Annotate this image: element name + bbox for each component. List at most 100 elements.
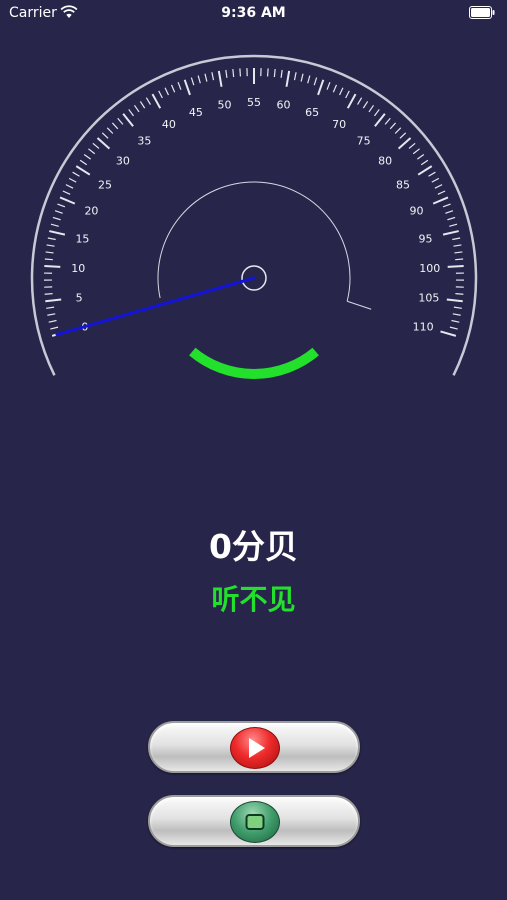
gauge-major-tick	[151, 93, 162, 109]
gauge-tick-label: 65	[305, 106, 319, 119]
gauge-minor-tick	[431, 177, 440, 183]
gauge-minor-tick	[313, 77, 318, 86]
level-indicator-arc	[189, 347, 319, 379]
gauge-minor-tick	[389, 122, 397, 130]
gauge-major-tick	[446, 298, 463, 303]
gauge-major-tick	[374, 113, 386, 127]
gauge-minor-tick	[65, 184, 74, 189]
gauge-major-tick	[442, 230, 459, 236]
gauge-minor-tick	[50, 326, 59, 330]
gauge-minor-tick	[420, 159, 429, 166]
gauge-minor-tick	[416, 153, 425, 160]
gauge-major-tick	[346, 93, 357, 109]
gauge-minor-tick	[57, 203, 66, 208]
gauge-minor-tick	[453, 306, 462, 309]
gauge-minor-tick	[158, 90, 163, 99]
gauge-minor-tick	[177, 81, 182, 90]
gauge-minor-tick	[48, 319, 57, 323]
gauge-tick-label: 35	[137, 134, 151, 147]
gauge-minor-tick	[428, 171, 436, 177]
gauge-minor-tick	[92, 142, 100, 149]
gauge-minor-tick	[47, 237, 56, 241]
gauge-minor-tick	[442, 203, 451, 208]
play-icon	[230, 727, 280, 769]
gauge-major-tick	[397, 137, 412, 150]
gauge-tick-label: 45	[189, 106, 203, 119]
gauge-minor-tick	[190, 77, 195, 86]
gauge-minor-tick	[394, 127, 402, 134]
start-button[interactable]	[148, 721, 360, 773]
gauge-minor-tick	[338, 87, 344, 96]
gauge-minor-tick	[46, 244, 55, 247]
gauge-tick-label: 20	[84, 205, 98, 218]
gauge-tick-label: 55	[247, 96, 261, 109]
stop-button[interactable]	[148, 795, 360, 847]
gauge-minor-tick	[449, 223, 458, 227]
gauge-minor-tick	[52, 216, 61, 221]
noise-level-label: 听不见	[211, 583, 296, 616]
gauge-minor-tick	[128, 109, 134, 117]
gauge-minor-tick	[447, 216, 456, 221]
gauge-tick-label: 105	[418, 292, 439, 305]
gauge-minor-tick	[44, 293, 53, 295]
gauge-tick-label: 75	[357, 134, 371, 147]
gauge-minor-tick	[145, 97, 151, 105]
gauge-minor-tick	[449, 326, 458, 330]
gauge-major-tick	[44, 265, 61, 268]
status-time: 9:36 AM	[221, 5, 286, 21]
gauge-minor-tick	[445, 210, 454, 214]
gauge-minor-tick	[332, 84, 338, 93]
gauge-minor-tick	[266, 68, 269, 77]
gauge-minor-tick	[211, 72, 215, 81]
gauge-minor-tick	[384, 117, 391, 125]
gauge-tick-label: 110	[413, 321, 434, 334]
gauge-needle	[55, 276, 256, 337]
needle	[55, 276, 256, 337]
gauge-minor-tick	[68, 177, 77, 183]
gauge-minor-tick	[307, 75, 311, 84]
gauge-minor-tick	[362, 101, 369, 109]
gauge-minor-tick	[300, 73, 304, 82]
gauge-minor-tick	[106, 127, 114, 134]
gauge-minor-tick	[454, 251, 463, 254]
gauge-minor-tick	[117, 117, 124, 125]
gauge-minor-tick	[133, 104, 140, 113]
gauge-level-arc	[189, 347, 319, 379]
gauge-minor-tick	[62, 190, 71, 195]
gauge-minor-tick	[225, 69, 228, 78]
gauge-tick-label: 30	[116, 155, 130, 168]
gauge-minor-tick	[101, 132, 109, 139]
gauge-minor-tick	[452, 313, 461, 316]
gauge-minor-tick	[273, 69, 276, 78]
gauge-tick-label: 10	[71, 262, 85, 275]
gauge-minor-tick	[408, 142, 416, 149]
gauge-major-tick	[317, 79, 325, 96]
gauge-minor-tick	[293, 72, 297, 81]
gauge-minor-tick	[88, 148, 96, 155]
gauge-major-tick	[217, 70, 223, 87]
gauge-tick-label: 95	[419, 233, 433, 246]
gauge-minor-tick	[111, 122, 119, 130]
gauge-minor-tick	[72, 171, 80, 177]
gauge-tick-label: 40	[162, 118, 176, 131]
gauge-minor-tick	[455, 258, 464, 261]
gauge-inner-dial	[157, 181, 372, 310]
inner-dial-arc	[157, 181, 351, 302]
gauge-tick-label: 100	[419, 262, 440, 275]
gauge-tick-label: 50	[218, 98, 232, 111]
gauge-major-tick	[432, 196, 449, 205]
gauge-minor-tick	[399, 132, 407, 139]
gauge-tick-label: 85	[396, 178, 410, 191]
gauge-minor-tick	[232, 69, 235, 78]
gauge-major-tick	[417, 165, 433, 176]
gauge-minor-tick	[345, 90, 350, 99]
gauge-minor-tick	[453, 244, 462, 247]
gauge-minor-tick	[326, 81, 331, 90]
gauge-major-tick	[45, 298, 62, 303]
gauge-minor-tick	[204, 73, 208, 82]
gauge-major-tick	[75, 165, 91, 176]
gauge-tick-label: 15	[75, 233, 89, 246]
gauge-minor-tick	[374, 109, 380, 117]
decibel-gauge: 0510152025303540455055606570758085909510…	[30, 54, 478, 379]
gauge-major-tick	[96, 137, 111, 150]
